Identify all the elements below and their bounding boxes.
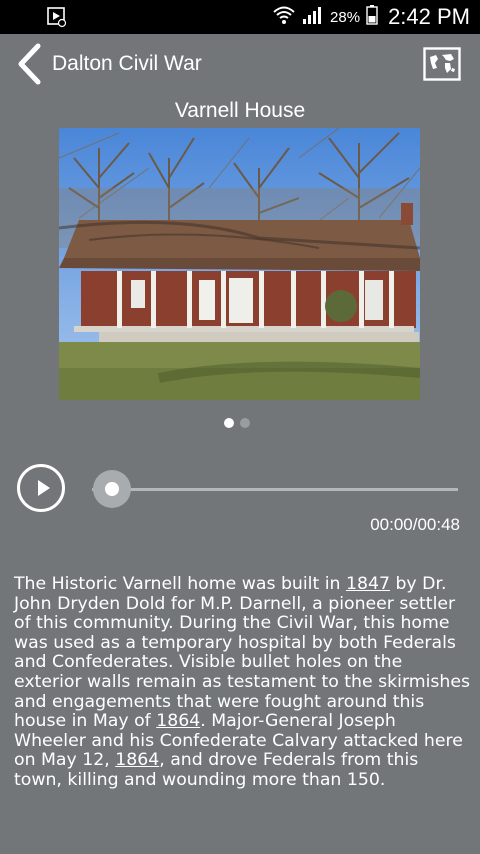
carousel-indicator	[224, 418, 250, 428]
place-photo[interactable]	[59, 128, 420, 400]
seek-thumb[interactable]	[105, 482, 119, 496]
description-text: The Historic Varnell home was built in	[14, 574, 346, 594]
description-text: by Dr. John Dryden Dold for M.P. Darnell…	[14, 574, 470, 732]
audio-seek-bar[interactable]	[92, 488, 458, 491]
year-link[interactable]: 1847	[346, 574, 390, 594]
play-button[interactable]	[17, 464, 65, 512]
battery-percent: 28%	[330, 8, 361, 26]
app-bar: Dalton Civil War	[0, 34, 480, 98]
media-notification-icon	[46, 6, 68, 32]
year-link[interactable]: 1864	[156, 711, 200, 731]
app-title: Dalton Civil War	[52, 52, 202, 75]
carousel-dot-2[interactable]	[240, 418, 250, 428]
back-button[interactable]	[14, 43, 44, 89]
wifi-icon	[272, 5, 296, 29]
battery-icon	[366, 5, 378, 29]
place-title: Varnell House	[174, 99, 306, 122]
year-link[interactable]: 1864	[115, 750, 159, 771]
place-description: The Historic Varnell home was built in 1…	[14, 574, 470, 791]
status-bar: 28% 2:42 PM	[0, 0, 480, 34]
audio-time: 00:00/00:48	[370, 515, 460, 534]
carousel-dot-1[interactable]	[224, 418, 234, 428]
play-icon	[38, 480, 50, 496]
world-map-icon	[423, 47, 461, 85]
signal-icon	[302, 5, 324, 29]
map-button[interactable]	[423, 47, 461, 81]
clock: 2:42 PM	[388, 4, 470, 29]
chevron-left-icon	[16, 43, 42, 89]
